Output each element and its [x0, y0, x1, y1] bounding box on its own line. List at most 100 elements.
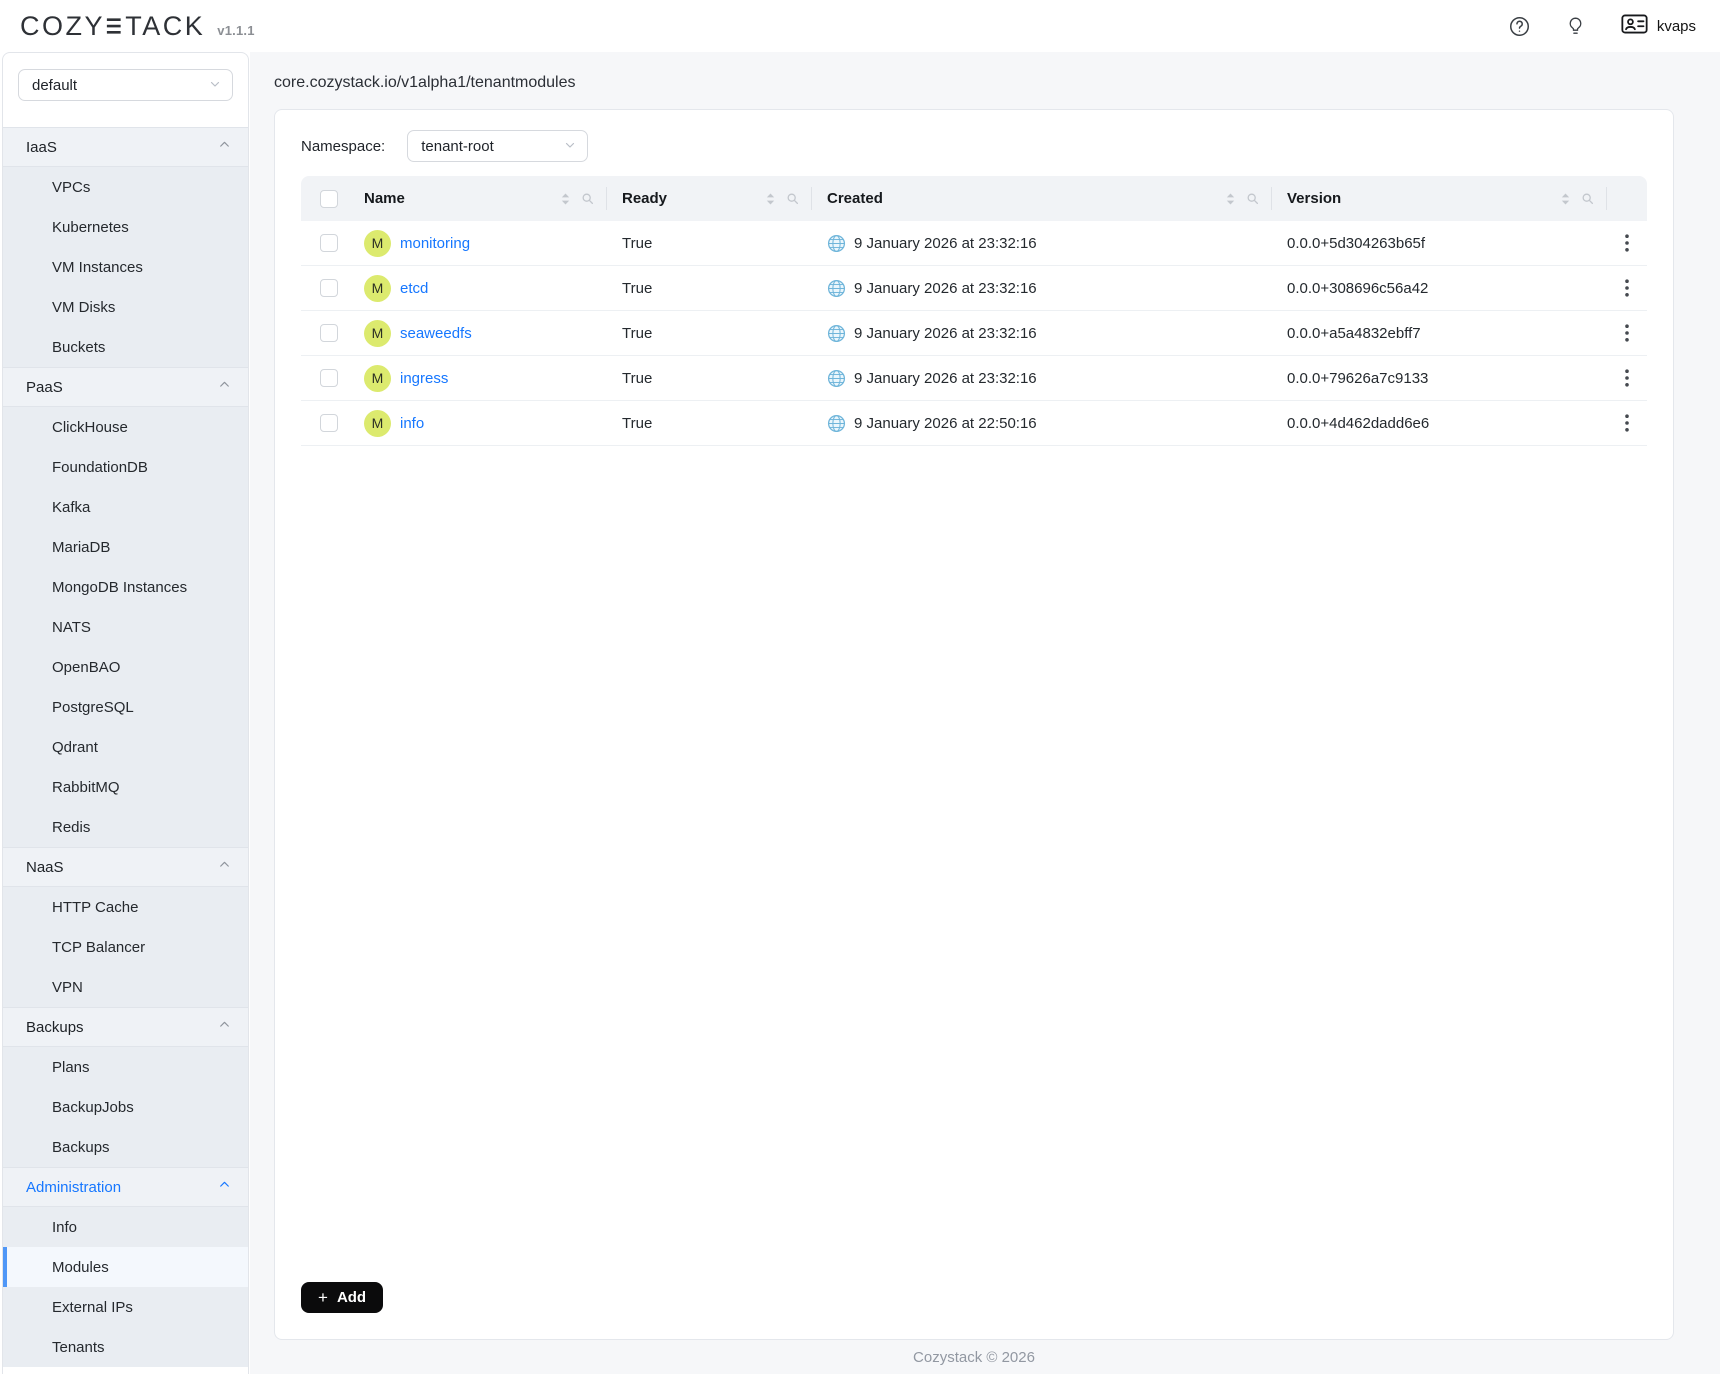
globe-icon: [827, 369, 846, 388]
sidebar-item[interactable]: ClickHouse: [3, 407, 248, 447]
kebab-menu-icon[interactable]: [1619, 230, 1635, 256]
globe-icon: [827, 414, 846, 433]
module-name-link[interactable]: info: [400, 415, 424, 432]
column-search-icon[interactable]: [786, 192, 799, 205]
created-value: 9 January 2026 at 23:32:16: [854, 280, 1037, 297]
sidebar-item-label: Modules: [52, 1259, 109, 1276]
sidebar-item[interactable]: HTTP Cache: [3, 887, 248, 927]
namespace-row: Namespace: tenant-root: [301, 130, 1647, 162]
column-search-icon[interactable]: [581, 192, 594, 205]
sidebar-item[interactable]: Tenants: [3, 1327, 248, 1367]
footer-copyright: Cozystack © 2026: [274, 1349, 1674, 1366]
sidebar-item-label: Tenants: [52, 1339, 105, 1356]
sidebar-item[interactable]: PostgreSQL: [3, 687, 248, 727]
namespace-select[interactable]: tenant-root: [407, 130, 588, 162]
logo-left: COZY: [20, 11, 105, 41]
sidebar-item[interactable]: Backups: [3, 1127, 248, 1167]
sidebar-item-label: Kubernetes: [52, 219, 129, 236]
sidebar-item[interactable]: MongoDB Instances: [3, 567, 248, 607]
kebab-menu-icon[interactable]: [1619, 320, 1635, 346]
sidebar-item[interactable]: Info: [3, 1207, 248, 1247]
module-name-link[interactable]: monitoring: [400, 235, 470, 252]
sort-icon[interactable]: [560, 192, 571, 206]
sidebar-item-label: VM Disks: [52, 299, 115, 316]
row-checkbox[interactable]: [320, 414, 338, 432]
sidebar-item-label: OpenBAO: [52, 659, 120, 676]
sidebar-item[interactable]: Kafka: [3, 487, 248, 527]
content-card: Namespace: tenant-root Name: [274, 109, 1674, 1340]
version-value: 0.0.0+79626a7c9133: [1272, 370, 1607, 387]
sidebar-section-header[interactable]: IaaS: [3, 127, 248, 167]
row-checkbox[interactable]: [320, 324, 338, 342]
created-value: 9 January 2026 at 23:32:16: [854, 370, 1037, 387]
sidebar-item[interactable]: Buckets: [3, 327, 248, 367]
table-row: M etcd True: [301, 266, 1647, 311]
add-button[interactable]: + Add: [301, 1282, 383, 1313]
chevron-up-icon: [218, 138, 231, 156]
sidebar-item[interactable]: MariaDB: [3, 527, 248, 567]
plus-icon: +: [318, 1289, 328, 1306]
help-icon[interactable]: [1509, 16, 1530, 37]
module-avatar: M: [364, 365, 391, 392]
sidebar-item[interactable]: Kubernetes: [3, 207, 248, 247]
sidebar-section-label: NaaS: [26, 859, 64, 876]
user-badge-icon: [1621, 14, 1648, 38]
kebab-menu-icon[interactable]: [1619, 410, 1635, 436]
sidebar-item[interactable]: Plans: [3, 1047, 248, 1087]
sidebar-section: IaaS VPCs Kubernetes: [3, 127, 248, 367]
sidebar-section-items: Plans BackupJobs Backups: [3, 1047, 248, 1167]
sidebar-section-header[interactable]: PaaS: [3, 367, 248, 407]
kebab-menu-icon[interactable]: [1619, 365, 1635, 391]
sidebar-item[interactable]: Redis: [3, 807, 248, 847]
sidebar-section-header[interactable]: NaaS: [3, 847, 248, 887]
sidebar-item[interactable]: Qdrant: [3, 727, 248, 767]
sidebar-item[interactable]: OpenBAO: [3, 647, 248, 687]
sidebar-section: Administration Info Modules: [3, 1167, 248, 1367]
sidebar-item[interactable]: VM Instances: [3, 247, 248, 287]
row-checkbox[interactable]: [320, 279, 338, 297]
header-actions: kvaps: [1509, 14, 1696, 38]
sidebar-item[interactable]: VPCs: [3, 167, 248, 207]
sidebar-item[interactable]: VM Disks: [3, 287, 248, 327]
sidebar-section: PaaS ClickHouse FoundationDB: [3, 367, 248, 847]
kebab-menu-icon[interactable]: [1619, 275, 1635, 301]
app-logo: COZY≡TACK v1.1.1: [20, 11, 255, 42]
lightbulb-icon[interactable]: [1566, 16, 1585, 37]
sidebar-item[interactable]: FoundationDB: [3, 447, 248, 487]
sidebar-item[interactable]: VPN: [3, 967, 248, 1007]
sidebar-item[interactable]: External IPs: [3, 1287, 248, 1327]
ready-value: True: [607, 415, 812, 432]
sidebar-item[interactable]: TCP Balancer: [3, 927, 248, 967]
sort-icon[interactable]: [1225, 192, 1236, 206]
sidebar-item-label: Qdrant: [52, 739, 98, 756]
user-menu[interactable]: kvaps: [1621, 14, 1696, 38]
module-avatar: M: [364, 275, 391, 302]
logo-text: COZY≡TACK: [20, 11, 205, 42]
module-name-link[interactable]: ingress: [400, 370, 448, 387]
sidebar-section-header[interactable]: Backups: [3, 1007, 248, 1047]
cluster-select[interactable]: default: [18, 69, 233, 101]
sort-icon[interactable]: [1560, 192, 1571, 206]
column-header-ready: Ready: [607, 176, 812, 221]
row-checkbox[interactable]: [320, 234, 338, 252]
app-header: COZY≡TACK v1.1.1: [0, 0, 1720, 52]
globe-icon: [827, 279, 846, 298]
module-name-link[interactable]: etcd: [400, 280, 428, 297]
sidebar-item[interactable]: Modules: [3, 1247, 248, 1287]
select-all-checkbox[interactable]: [320, 190, 338, 208]
column-search-icon[interactable]: [1246, 192, 1259, 205]
sidebar-item-label: TCP Balancer: [52, 939, 145, 956]
chevron-up-icon: [218, 378, 231, 396]
cluster-select-value: default: [32, 77, 77, 94]
sidebar: default IaaS VPCs: [2, 52, 249, 1374]
sort-icon[interactable]: [765, 192, 776, 206]
module-name-link[interactable]: seaweedfs: [400, 325, 472, 342]
sidebar-item[interactable]: NATS: [3, 607, 248, 647]
column-search-icon[interactable]: [1581, 192, 1594, 205]
sidebar-item[interactable]: BackupJobs: [3, 1087, 248, 1127]
sidebar-item[interactable]: RabbitMQ: [3, 767, 248, 807]
sidebar-section-header[interactable]: Administration: [3, 1167, 248, 1207]
chevron-up-icon: [218, 1178, 231, 1196]
row-checkbox[interactable]: [320, 369, 338, 387]
add-button-label: Add: [337, 1289, 366, 1306]
